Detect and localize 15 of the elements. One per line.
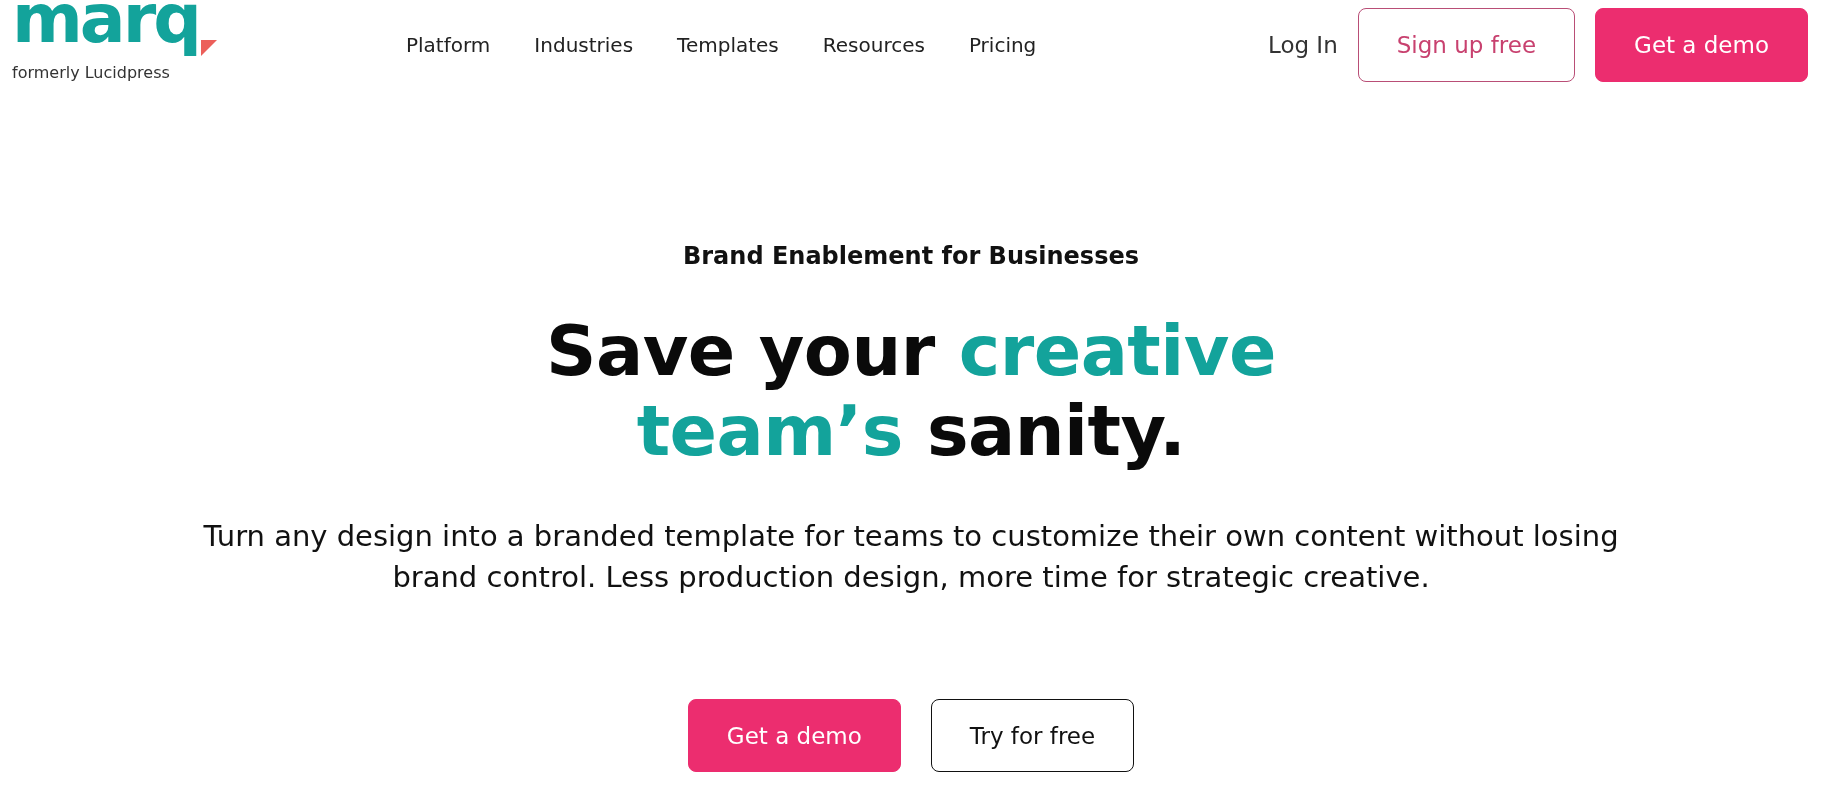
logo-tagline: formerly Lucidpress	[12, 62, 170, 83]
trial-button[interactable]: Try for free	[930, 699, 1135, 772]
nav-link[interactable]: Pricing	[968, 33, 1037, 57]
hero-eyebrow: Brand Enablement for Businesses	[683, 243, 1139, 269]
signup-button[interactable]: Sign up free	[1357, 8, 1576, 82]
demo-button[interactable]: Get a demo	[687, 699, 901, 772]
nav-link[interactable]: Industries	[534, 33, 634, 57]
hero-headline: Save your creative team’s sanity.	[546, 311, 1276, 471]
hero-description: Turn any design into a branded template for teams to customize their own content without losing brand control. Less production design, more time for strategic creative.	[202, 518, 1620, 596]
nav-link[interactable]: Templates	[677, 33, 779, 57]
triangle-icon	[200, 39, 217, 56]
demo-button[interactable]: Get a demo	[1595, 8, 1808, 82]
nav-link[interactable]: Platform	[406, 33, 491, 57]
login-link[interactable]: Log In	[1267, 32, 1338, 58]
nav-link[interactable]: Resources	[822, 33, 925, 57]
